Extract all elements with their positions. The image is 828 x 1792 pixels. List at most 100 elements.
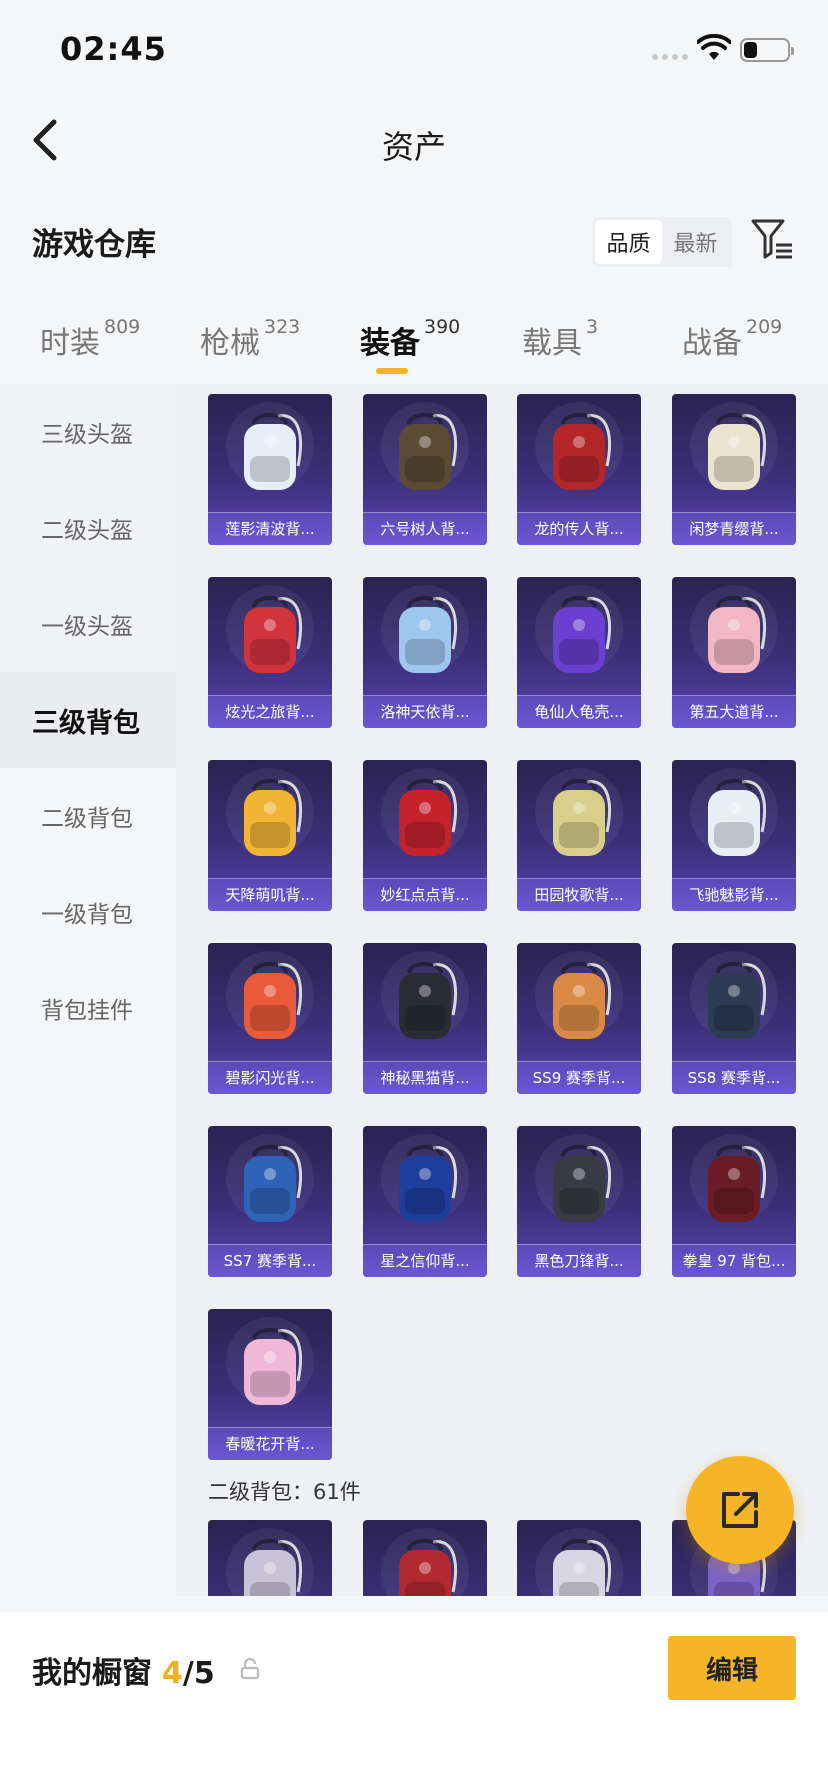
showcase-title: 我的橱窗: [32, 1656, 152, 1691]
sidebar-item-backpack-charm[interactable]: 背包挂件: [0, 960, 176, 1056]
tab-equipment[interactable]: 装备 390: [360, 316, 461, 362]
item-name: 春暖花开背...: [208, 1427, 332, 1460]
item-name: 第五大道背...: [672, 695, 796, 728]
item-card[interactable]: 六号树人背...: [363, 394, 487, 545]
dragon-backpack-icon: [535, 402, 623, 490]
turtle-shell-backpack-icon: [535, 585, 623, 673]
item-name: 天降萌叽背...: [208, 878, 332, 911]
item-card[interactable]: 龟仙人龟壳...: [517, 577, 641, 728]
monster-backpack-icon: [226, 585, 314, 673]
item-name: 田园牧歌背...: [517, 878, 641, 911]
showcase-total: /5: [182, 1656, 215, 1691]
wifi-icon: [697, 34, 731, 60]
sidebar-item-level1-helmet[interactable]: 一级头盔: [0, 576, 176, 672]
sidebar-item-level2-helmet[interactable]: 二级头盔: [0, 480, 176, 576]
item-card[interactable]: SS8 赛季背...: [672, 943, 796, 1094]
item-grid: 二级背包：61件 莲影清波背... 六号树人背... 龙的传人背... 闲梦青缨背..…: [176, 384, 828, 1596]
category-tabs: 时装 809 枪械 323 装备 390 载具 3 战备 209: [0, 310, 828, 380]
tab-count: 3: [586, 316, 599, 338]
tab-vehicles[interactable]: 载具 3: [522, 316, 599, 362]
item-card[interactable]: 洛神天依背...: [363, 577, 487, 728]
tab-label: 载具: [522, 326, 582, 361]
sort-by-newest[interactable]: 最新: [662, 220, 729, 264]
item-card[interactable]: 飞驰魅影背...: [672, 760, 796, 911]
butterfly-backpack-icon: [226, 1317, 314, 1405]
item-card[interactable]: 第五大道背...: [672, 577, 796, 728]
flower-basket-backpack-icon: [535, 768, 623, 856]
pink-quilted-backpack-icon: [690, 585, 778, 673]
item-card[interactable]: 碧影闪光背...: [208, 943, 332, 1094]
item-name: 洛神天依背...: [363, 695, 487, 728]
kof97-backpack-icon: [690, 1134, 778, 1222]
status-bar: 02:45: [0, 0, 828, 100]
share-external-icon: [722, 1492, 758, 1528]
share-button[interactable]: [686, 1456, 794, 1564]
item-card[interactable]: 星之信仰背...: [363, 1126, 487, 1277]
edit-button[interactable]: 编辑: [668, 1636, 796, 1700]
subcategory-sidebar: 三级头盔 二级头盔 一级头盔 三级背包 二级背包 一级背包 背包挂件: [0, 384, 176, 1596]
warehouse-header: 游戏仓库 品质 最新: [0, 205, 828, 275]
item-card[interactable]: 妙红点点背...: [363, 760, 487, 911]
item-name: SS9 赛季背...: [517, 1061, 641, 1094]
sort-by-quality[interactable]: 品质: [595, 220, 662, 264]
starry-blue-backpack-icon: [381, 1134, 469, 1222]
item-name: 莲影清波背...: [208, 512, 332, 545]
sort-toggle: 品质 最新: [592, 217, 732, 267]
item-name: 碧影闪光背...: [208, 1061, 332, 1094]
item-card[interactable]: 田园牧歌背...: [517, 760, 641, 911]
item-name: 龟仙人龟壳...: [517, 695, 641, 728]
item-name: 飞驰魅影背...: [672, 878, 796, 911]
sidebar-item-level1-backpack[interactable]: 一级背包: [0, 864, 176, 960]
item-card[interactable]: SS7 赛季背...: [208, 1126, 332, 1277]
black-cat-backpack-icon: [381, 951, 469, 1039]
item-card-partial[interactable]: [363, 1520, 487, 1596]
warehouse-title: 游戏仓库: [32, 227, 156, 263]
blue-fairy-backpack-icon: [381, 585, 469, 673]
item-card[interactable]: 黑色刀锋背...: [517, 1126, 641, 1277]
tab-fashion[interactable]: 时装 809: [40, 316, 140, 362]
item-card[interactable]: 拳皇 97 背包...: [672, 1126, 796, 1277]
item-card-partial[interactable]: [517, 1520, 641, 1596]
item-card[interactable]: 天降萌叽背...: [208, 760, 332, 911]
racing-white-backpack-icon: [690, 768, 778, 856]
lock-icon: [240, 1658, 260, 1680]
showcase-current: 4: [162, 1656, 183, 1691]
item-card-partial[interactable]: [208, 1520, 332, 1596]
sidebar-item-level2-backpack[interactable]: 二级背包: [0, 768, 176, 864]
active-tab-indicator: [376, 368, 408, 374]
season8-backpack-icon: [690, 951, 778, 1039]
item-name: 龙的传人背...: [517, 512, 641, 545]
tab-supplies[interactable]: 战备 209: [682, 316, 782, 362]
item-card[interactable]: 神秘黑猫背...: [363, 943, 487, 1094]
treant-backpack-icon: [381, 402, 469, 490]
tab-weapons[interactable]: 枪械 323: [200, 316, 301, 362]
level2-backpack-heading: 二级背包：61件: [208, 1480, 361, 1504]
cellular-signal-icon: [652, 54, 688, 60]
nav-header: 资产: [0, 100, 828, 180]
level2-backpack-c-icon: [535, 1528, 623, 1596]
season9-backpack-icon: [535, 951, 623, 1039]
sidebar-item-level3-helmet[interactable]: 三级头盔: [0, 384, 176, 480]
showcase-bar: 我的橱窗 4/5 编辑: [0, 1612, 828, 1792]
item-card[interactable]: 闲梦青缨背...: [672, 394, 796, 545]
white-lotus-backpack-icon: [226, 402, 314, 490]
tab-label: 装备: [360, 326, 420, 361]
item-card[interactable]: 龙的传人背...: [517, 394, 641, 545]
tab-label: 时装: [40, 326, 100, 361]
item-card[interactable]: SS9 赛季背...: [517, 943, 641, 1094]
cream-flower-backpack-icon: [690, 402, 778, 490]
filter-icon[interactable]: [750, 217, 794, 263]
level2-backpack-b-icon: [381, 1528, 469, 1596]
tab-count: 390: [424, 316, 461, 338]
sidebar-item-level3-backpack[interactable]: 三级背包: [0, 672, 176, 768]
item-name: SS8 赛季背...: [672, 1061, 796, 1094]
item-name: 神秘黑猫背...: [363, 1061, 487, 1094]
item-card[interactable]: 莲影清波背...: [208, 394, 332, 545]
item-card[interactable]: 春暖花开背...: [208, 1309, 332, 1460]
battery-level: [744, 42, 757, 58]
yellow-chick-backpack-icon: [226, 768, 314, 856]
showcase-count: 4/5: [162, 1656, 215, 1691]
battery-icon: [740, 38, 794, 62]
item-card[interactable]: 炫光之旅背...: [208, 577, 332, 728]
tab-count: 323: [264, 316, 301, 338]
